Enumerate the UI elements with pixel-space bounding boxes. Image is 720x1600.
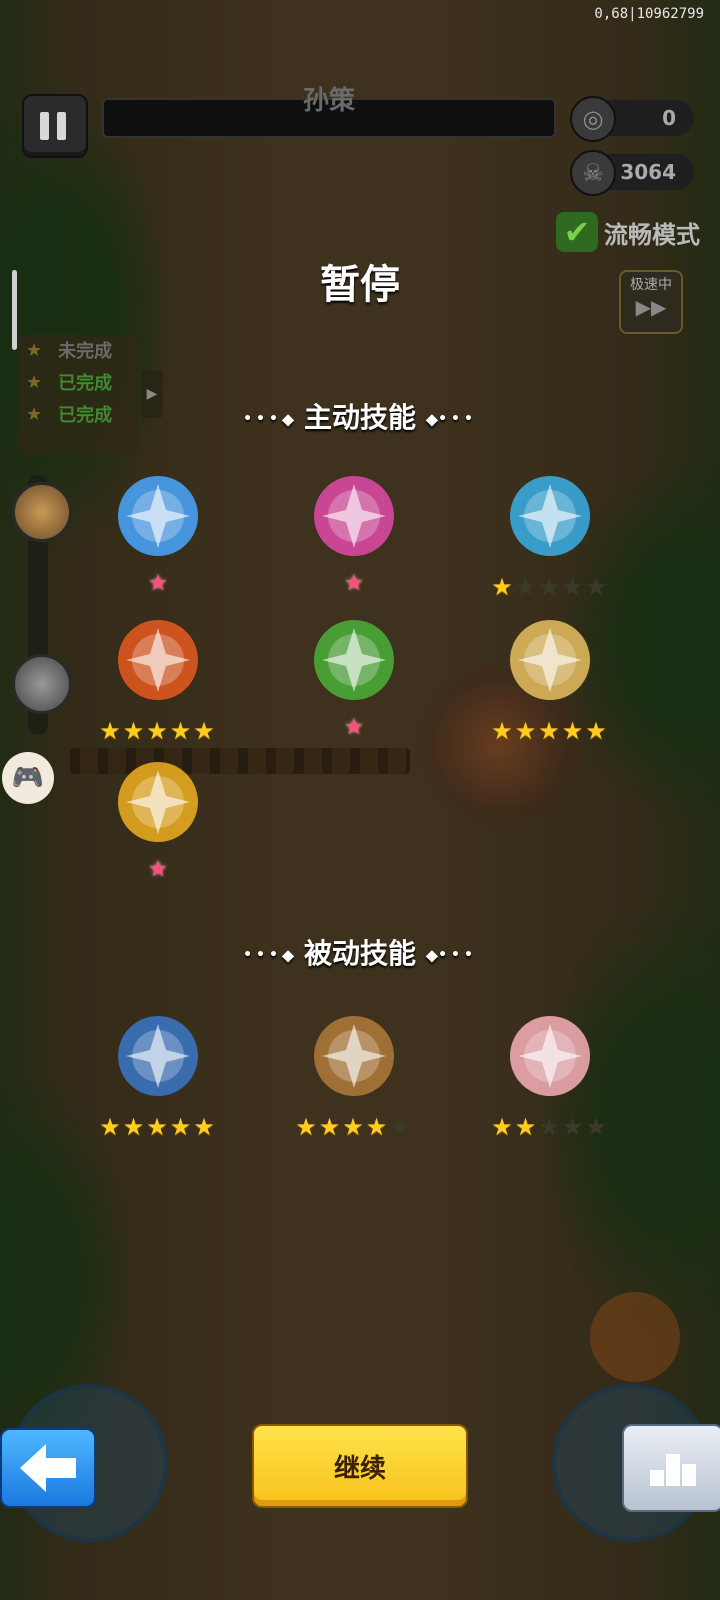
star-icon: ★ [169, 1113, 194, 1141]
checkmark-icon: ✔ [556, 212, 598, 252]
active-skill-wood-totem[interactable]: ★ [284, 610, 424, 740]
star-icon: ★ [122, 1113, 147, 1141]
back-arrow-icon [20, 1444, 76, 1492]
skill-icon [510, 620, 590, 700]
star-icon: ★ [561, 573, 586, 601]
star-rating: ★★★★★ [480, 718, 620, 744]
star-icon: ★ [146, 1113, 170, 1141]
star-icon: ★ [99, 717, 123, 745]
star-icon: ★ [169, 717, 194, 745]
star-icon: ★ [99, 1113, 123, 1141]
skill-icon [118, 1016, 198, 1096]
star-icon: ★ [561, 717, 586, 745]
active-skill-phoenix-fan[interactable]: ★ [284, 466, 424, 596]
star-icon: ★ [26, 339, 43, 361]
star-icon: ★ [365, 1113, 390, 1141]
star-icon: ★ [295, 1113, 319, 1141]
active-skill-golden-dice[interactable]: ★★★★★ [480, 610, 620, 744]
skill-icon [510, 1016, 590, 1096]
star-rating: ★★★★★ [480, 1114, 620, 1140]
star-icon: ★ [514, 573, 539, 601]
star-icon: ★ [538, 573, 562, 601]
boss-health-bar: 孙策 [102, 86, 556, 138]
coin-counter: ◎ 0 [570, 96, 694, 142]
boss-avatar [12, 654, 72, 714]
skill-icon [314, 620, 394, 700]
star-icon: ★ [491, 717, 515, 745]
skull-icon: ☠ [570, 150, 616, 196]
coin-count: 0 [662, 106, 676, 130]
active-skill-ice-sword[interactable]: ★ [88, 466, 228, 596]
star-icon: ★ [491, 573, 515, 601]
active-skill-fire-scroll[interactable]: ★★★★★ [88, 610, 228, 744]
active-skills-header: •••◆ 主动技能 ◆••• [243, 401, 477, 434]
active-skill-water-maiden[interactable]: ★★★★★ [480, 466, 620, 600]
pink-star-icon: ★ [148, 571, 168, 596]
star-icon: ★ [318, 1113, 343, 1141]
passive-skill-peach[interactable]: ★★★★★ [480, 1006, 620, 1140]
star-icon: ★ [538, 1113, 562, 1141]
passive-skills-header: •••◆ 被动技能 ◆••• [243, 937, 477, 970]
smooth-mode-label: 流畅模式 [604, 220, 700, 249]
star-icon: ★ [491, 1113, 515, 1141]
active-skill-lightning-burst[interactable]: ★ [88, 752, 228, 882]
gamepad-icon[interactable]: 🎮 [2, 752, 54, 804]
star-icon: ★ [514, 717, 539, 745]
kill-counter: ☠ 3064 [570, 150, 694, 196]
leaderboard-button[interactable] [622, 1424, 720, 1512]
star-icon: ★ [585, 573, 609, 601]
quest-item: ★ 已完成 [26, 371, 113, 395]
skill-icon [510, 476, 590, 556]
smooth-mode-toggle[interactable]: ✔ 流畅模式 [556, 212, 700, 252]
pause-icon [40, 112, 49, 140]
pause-title: 暂停 [320, 262, 400, 308]
star-icon: ★ [193, 1113, 217, 1141]
star-icon: ★ [342, 1113, 366, 1141]
star-rating: ★★★★★ [88, 718, 228, 744]
skill-icon [118, 476, 198, 556]
pause-icon [57, 112, 66, 140]
passive-skill-gauntlet[interactable]: ★★★★★ [88, 1006, 228, 1140]
star-icon: ★ [561, 1113, 586, 1141]
back-button[interactable] [0, 1428, 96, 1508]
podium-icon [650, 1454, 696, 1486]
quest-item: ★ 未完成 [26, 339, 113, 363]
star-icon: ★ [538, 717, 562, 745]
pause-button[interactable] [22, 94, 88, 158]
player-avatar [12, 482, 72, 542]
skill-icon [118, 762, 198, 842]
pink-star-icon: ★ [344, 571, 364, 596]
star-icon: ★ [389, 1113, 413, 1141]
star-icon: ★ [146, 717, 170, 745]
skill-icon [314, 1016, 394, 1096]
debug-readout: 0,68|10962799 [594, 6, 704, 22]
kill-count: 3064 [620, 160, 676, 184]
pink-star-icon: ★ [344, 715, 364, 740]
continue-button[interactable]: 继续 [252, 1424, 468, 1508]
star-icon: ★ [514, 1113, 539, 1141]
star-icon: ★ [193, 717, 217, 745]
star-icon: ★ [26, 371, 43, 393]
star-rating: ★★★★★ [480, 574, 620, 600]
star-rating: ★★★★★ [88, 1114, 228, 1140]
skill-icon [314, 476, 394, 556]
passive-skill-ginseng-root[interactable]: ★★★★★ [284, 1006, 424, 1140]
skill-icon [118, 620, 198, 700]
star-rating: ★★★★★ [284, 1114, 424, 1140]
quest-panel: ★ 未完成 ★ 已完成 ★ 已完成 [18, 334, 138, 454]
coin-icon: ◎ [570, 96, 616, 142]
star-icon: ★ [122, 717, 147, 745]
pink-star-icon: ★ [148, 857, 168, 882]
star-icon: ★ [585, 717, 609, 745]
boss-name: 孙策 [302, 86, 355, 116]
star-icon: ★ [585, 1113, 609, 1141]
